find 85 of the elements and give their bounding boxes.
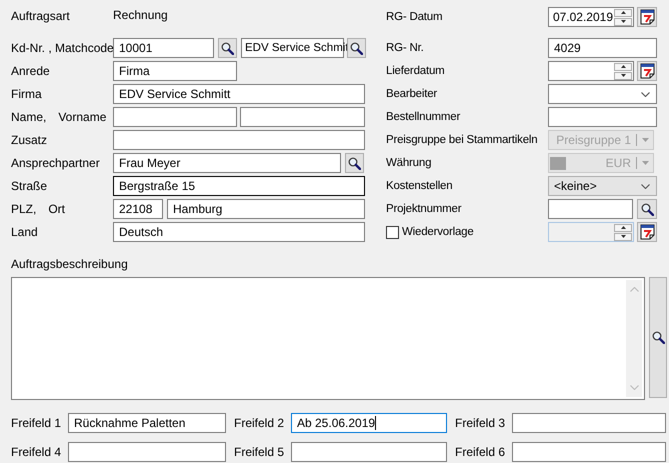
calendar-button[interactable] xyxy=(637,61,657,81)
order-type-value: Rechnung xyxy=(113,8,168,22)
search-icon xyxy=(652,331,664,344)
up-arrow-icon xyxy=(620,226,626,229)
calendar-icon xyxy=(640,224,654,240)
field-label: Freifeld 3 xyxy=(455,416,506,430)
search-button[interactable] xyxy=(637,199,657,219)
text-field[interactable] xyxy=(512,442,666,462)
search-icon xyxy=(350,42,363,54)
chevron-down-icon xyxy=(641,184,650,188)
text-field[interactable] xyxy=(240,107,365,127)
text-field[interactable]: 10001 xyxy=(113,38,214,58)
field-label: Kd-Nr. , Matchcode xyxy=(11,41,114,55)
text-field[interactable]: Rücknahme Paletten xyxy=(68,413,226,433)
dropdown-arrow-icon xyxy=(642,161,649,165)
text-field[interactable]: Firma xyxy=(113,61,237,81)
field-label: RG- Nr. xyxy=(386,42,425,54)
field-label: RG- Datum xyxy=(386,11,444,23)
text-field[interactable] xyxy=(68,442,226,462)
text-field[interactable] xyxy=(548,107,657,127)
text-field[interactable]: Hamburg xyxy=(167,199,365,219)
field-label: Freifeld 2 xyxy=(234,416,286,430)
down-arrow-icon xyxy=(620,20,626,23)
field-label: Bestellnummer xyxy=(386,111,462,123)
text-field[interactable] xyxy=(512,413,666,433)
field-label: Name, xyxy=(11,110,46,124)
dropdown-arrow-icon xyxy=(642,138,649,142)
field-label: Freifeld 4 xyxy=(11,445,62,459)
field-label: PLZ, xyxy=(11,202,36,216)
field-label: Straße xyxy=(11,179,48,193)
checkbox-label: Wiedervorlage xyxy=(402,226,474,238)
scroll-up-icon xyxy=(630,287,638,292)
field-label: Bearbeiter xyxy=(386,88,438,100)
scroll-down-icon xyxy=(630,385,638,390)
search-icon xyxy=(348,156,361,170)
field-label: Freifeld 6 xyxy=(455,445,506,459)
date-field[interactable] xyxy=(548,61,634,81)
field-label: Kostenstellen xyxy=(386,180,454,192)
dropdown[interactable]: <keine> xyxy=(548,176,657,196)
text-field[interactable] xyxy=(113,107,237,127)
calendar-icon xyxy=(640,9,654,25)
search-button[interactable] xyxy=(218,38,237,58)
down-arrow-icon xyxy=(620,74,626,77)
field-label: Auftragsbeschreibung xyxy=(11,257,129,271)
scrollbar[interactable] xyxy=(626,280,642,397)
calendar-icon xyxy=(640,63,654,79)
field-label: Auftragsart xyxy=(11,9,71,23)
calendar-button[interactable] xyxy=(637,7,657,27)
field-label: Ort xyxy=(48,202,66,216)
search-icon xyxy=(640,202,654,216)
up-arrow-icon xyxy=(620,11,626,14)
field-label: Freifeld 5 xyxy=(234,445,286,459)
down-arrow-icon xyxy=(620,235,626,238)
field-label: Freifeld 1 xyxy=(11,416,62,430)
field-label: Ansprechpartner xyxy=(11,156,100,170)
field-label: Projektnummer xyxy=(386,203,462,215)
text-field[interactable] xyxy=(291,442,447,462)
field-label: Währung xyxy=(386,157,432,169)
field-label: Preisgruppe bei Stammartikeln xyxy=(386,134,538,146)
text-field[interactable]: Bergstraße 15 xyxy=(113,176,365,196)
chevron-down-icon xyxy=(641,92,650,96)
text-field[interactable] xyxy=(548,199,633,219)
dropdown[interactable] xyxy=(548,84,657,104)
date-field[interactable]: 07.02.2019 xyxy=(548,7,634,27)
text-field[interactable]: 4029 xyxy=(548,38,657,58)
field-label: Zusatz xyxy=(11,133,48,147)
up-arrow-icon xyxy=(620,65,626,68)
field-label: Firma xyxy=(11,87,42,101)
field-label: Anrede xyxy=(11,64,50,78)
field-label: Vorname xyxy=(58,110,106,124)
text-field[interactable]: 22108 xyxy=(113,199,163,219)
text-field[interactable]: Deutsch xyxy=(113,222,365,242)
spin-buttons[interactable] xyxy=(614,8,632,26)
search-icon xyxy=(221,42,234,54)
field-label: Land xyxy=(11,225,38,239)
field-label: Lieferdatum xyxy=(386,65,446,77)
text-field[interactable] xyxy=(113,130,365,150)
text-field[interactable]: EDV Service Schmitt xyxy=(113,84,365,104)
color-swatch xyxy=(550,156,566,170)
search-button[interactable] xyxy=(347,38,366,58)
text-field[interactable]: Frau Meyer xyxy=(113,153,341,173)
calendar-button[interactable] xyxy=(637,222,657,242)
spin-buttons[interactable] xyxy=(614,62,632,80)
search-button[interactable] xyxy=(345,153,364,173)
text-field[interactable]: Ab 25.06.2019 xyxy=(291,413,447,433)
